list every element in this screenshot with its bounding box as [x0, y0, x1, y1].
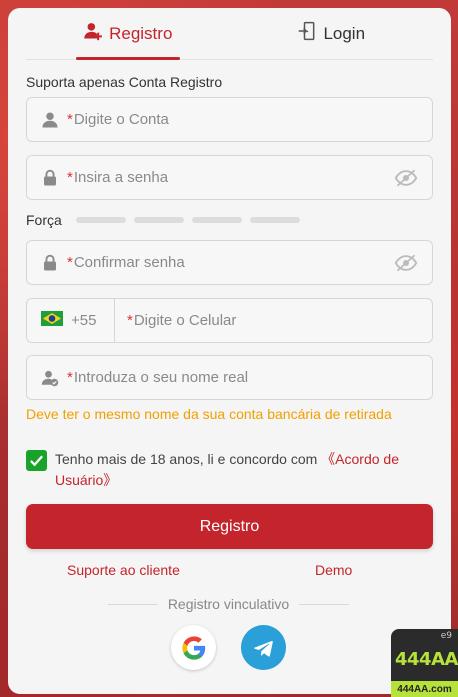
tab-registro[interactable]: Registro	[26, 8, 230, 60]
telegram-icon	[253, 640, 273, 657]
social-label: Registro vinculativo	[167, 596, 290, 612]
eye-hidden-icon[interactable]	[394, 254, 418, 272]
badge-title: 444AA	[395, 649, 458, 670]
agreement-row: Tenho mais de 18 anos, li e concordo com…	[26, 449, 436, 491]
demo-link[interactable]: Demo	[315, 562, 352, 578]
section-label: Suporta apenas Conta Registro	[26, 74, 223, 90]
account-field[interactable]: * Digite o Conta	[26, 97, 433, 142]
confirm-password-field[interactable]: * Confirmar senha	[26, 240, 433, 285]
brazil-flag-icon	[41, 311, 63, 330]
social-divider: Registro vinculativo	[108, 596, 350, 612]
required-mark: *	[67, 254, 73, 271]
strength-label: Força	[26, 212, 62, 228]
tab-registro-label: Registro	[109, 23, 173, 43]
divider-line	[108, 603, 158, 605]
phone-placeholder: Digite o Celular	[133, 312, 237, 329]
phone-field[interactable]: +55 * Digite o Celular	[26, 298, 433, 343]
badge-url: 444AA.com	[391, 681, 458, 697]
agreement-checkbox[interactable]	[26, 450, 47, 471]
agreement-text-wrap: Tenho mais de 18 anos, li e concordo com…	[55, 449, 436, 491]
required-mark: *	[67, 169, 73, 186]
strength-bar	[133, 217, 184, 223]
country-code-selector[interactable]: +55	[27, 299, 115, 342]
password-placeholder: Insira a senha	[73, 169, 169, 186]
required-mark: *	[127, 312, 133, 329]
strength-bar	[75, 217, 126, 223]
register-submit-button[interactable]: Registro	[26, 504, 433, 549]
verified-user-icon	[41, 369, 59, 387]
country-code: +55	[71, 312, 97, 329]
name-placeholder: Introduza o seu nome real	[73, 369, 249, 386]
tab-login-label: Login	[323, 23, 366, 43]
confirm-placeholder: Confirmar senha	[73, 254, 185, 271]
required-mark: *	[67, 369, 73, 386]
strength-bar	[191, 217, 242, 223]
password-strength: Força	[26, 212, 300, 228]
agreement-text: Tenho mais de 18 anos, li e concordo com	[55, 451, 322, 467]
auth-tabs: Registro Login	[26, 8, 433, 60]
name-hint: Deve ter o mesmo nome da sua conta bancá…	[26, 406, 392, 422]
lock-icon	[41, 254, 59, 272]
divider-line	[299, 603, 350, 605]
brand-badge[interactable]: e9 444AA 444AA.com	[391, 629, 458, 697]
strength-bars	[75, 217, 300, 223]
check-icon	[30, 455, 43, 467]
google-login-button[interactable]	[171, 625, 216, 670]
register-modal: Registro Login Suporta apenas Conta Regi…	[8, 8, 451, 694]
password-field[interactable]: * Insira a senha	[26, 155, 433, 200]
lock-icon	[41, 169, 59, 187]
phone-input[interactable]: * Digite o Celular	[115, 312, 432, 329]
tab-login[interactable]: Login	[230, 8, 434, 59]
badge-number: e9	[440, 631, 452, 641]
telegram-login-button[interactable]	[241, 625, 286, 670]
required-mark: *	[67, 111, 73, 128]
user-icon	[41, 111, 59, 129]
google-icon	[181, 635, 205, 660]
add-user-icon	[83, 21, 103, 46]
support-link[interactable]: Suporte ao cliente	[67, 562, 180, 578]
strength-bar	[249, 217, 300, 223]
login-door-icon	[297, 21, 317, 46]
account-placeholder: Digite o Conta	[73, 111, 169, 128]
eye-hidden-icon[interactable]	[394, 169, 418, 187]
real-name-field[interactable]: * Introduza o seu nome real	[26, 355, 433, 400]
